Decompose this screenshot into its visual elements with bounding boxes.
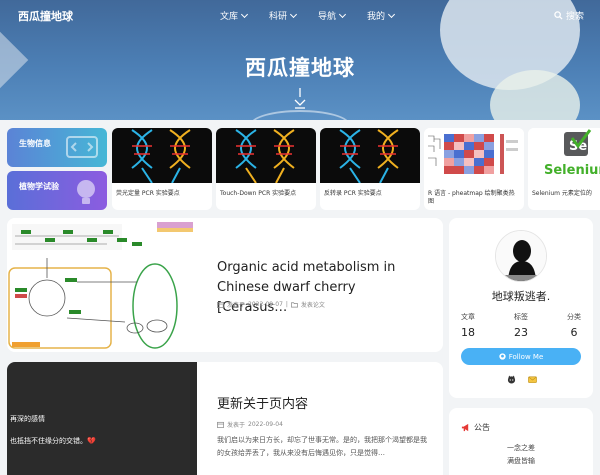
announcement-header: 公告: [461, 422, 490, 433]
post-meta: 发表于 2022-09-04: [217, 420, 283, 429]
stat-label: 分类: [567, 313, 581, 321]
top-navbar: 西瓜撞地球 文库 科研 导航 我的 搜索: [0, 0, 600, 30]
site-logo[interactable]: 西瓜撞地球: [18, 8, 73, 24]
logo-wordmark: Selenium: [544, 163, 600, 178]
post-date: 2022-09-07: [248, 301, 283, 308]
post-meta-label: 发表于: [227, 302, 246, 309]
social-links: [507, 375, 537, 384]
category-label: 植物学试验: [19, 182, 59, 191]
stat-label: 标签: [514, 313, 528, 321]
search-label: 搜索: [566, 12, 585, 22]
dna-image: [216, 128, 316, 184]
nav-label: 我的: [367, 12, 386, 22]
featured-tile[interactable]: 反转录 PCR 实验要点: [320, 128, 420, 210]
megaphone-icon: [461, 423, 469, 432]
image-text: 再深的感情: [10, 415, 45, 423]
featured-posts: 荧光定量 PCR 实验要点 Touch-Down PCR 实验要点 反转录 PC…: [112, 128, 600, 210]
featured-title: 荧光定量 PCR 实验要点: [116, 190, 180, 197]
nav-label: 导航: [318, 12, 337, 22]
announcement-line: 一念之差: [507, 444, 535, 452]
github-icon: [499, 353, 506, 360]
selenium-logo: Se Selenium: [528, 128, 600, 183]
post-meta-label: 发表于: [227, 422, 246, 429]
dna-image: [112, 128, 212, 184]
nav-label: 文库: [220, 12, 239, 22]
calendar-icon: [217, 301, 224, 308]
follow-label: Follow Me: [508, 352, 544, 361]
image-text: 也抵挡不住缘分的交错。💔: [10, 437, 96, 445]
post-date: 2022-09-04: [248, 421, 283, 428]
chevron-down-icon: [388, 10, 396, 18]
featured-tile[interactable]: Se Selenium Selenium 元素定位的: [528, 128, 600, 210]
featured-tile[interactable]: 荧光定量 PCR 实验要点: [112, 128, 212, 210]
meta-separator: |: [285, 301, 288, 308]
post-meta: 发表于 2022-09-07 | 发表论文: [217, 300, 325, 309]
post-title[interactable]: 更新关于页内容: [217, 395, 427, 415]
search-icon: [554, 11, 563, 20]
post-card[interactable]: Organic acid metabolism in Chinese dwarf…: [7, 218, 443, 352]
hero-title: 西瓜撞地球: [245, 56, 355, 80]
featured-title: Selenium 元素定位的: [532, 190, 592, 197]
author-stats: 文章 18 标签 23 分类 6: [461, 312, 581, 339]
code-window-icon: [66, 136, 98, 158]
nav-item-wenku[interactable]: 文库: [220, 9, 249, 22]
nav-item-keyan[interactable]: 科研: [269, 9, 298, 22]
announcement-line: 满盘皆输: [507, 457, 535, 466]
nav-item-wode[interactable]: 我的: [367, 9, 396, 22]
chevron-down-icon: [240, 10, 249, 18]
author-card: 地球叛逃者. 文章 18 标签 23 分类 6 Follow Me: [449, 218, 593, 398]
follow-me-button[interactable]: Follow Me: [461, 348, 581, 365]
stat-categories[interactable]: 分类 6: [567, 312, 581, 339]
stat-tags[interactable]: 标签 23: [514, 312, 528, 339]
heatmap-image: [424, 128, 524, 183]
nav-item-daohang[interactable]: 导航: [318, 9, 347, 22]
stat-value: 18: [461, 326, 475, 339]
post-excerpt: 我们启以为来日方长，却忘了世事无常。是的，我把那个渴望都是我的女孩给弄丢了，我从…: [217, 436, 427, 458]
quote-image[interactable]: 再深的感情 也抵挡不住缘分的交错。💔: [7, 362, 197, 475]
announcement-card: 公告 一念之差 满盘皆输: [449, 408, 593, 475]
main-nav: 文库 科研 导航 我的: [220, 9, 396, 22]
avatar[interactable]: [495, 230, 547, 282]
folder-icon: [291, 302, 298, 308]
featured-title: Touch-Down PCR 实验要点: [220, 190, 297, 197]
category-card-bioinfo[interactable]: 生物信息: [7, 128, 107, 167]
metabolism-diagram-image[interactable]: [7, 218, 197, 352]
nav-label: 科研: [269, 12, 288, 22]
search-button[interactable]: 搜索: [554, 9, 584, 22]
stat-value: 23: [514, 326, 528, 339]
featured-tile[interactable]: Touch-Down PCR 实验要点: [216, 128, 316, 210]
dna-image: [320, 128, 420, 184]
calendar-icon: [217, 421, 224, 428]
announcement-title: 公告: [474, 423, 490, 432]
stat-label: 文章: [461, 313, 475, 321]
github-cat-icon[interactable]: [507, 375, 516, 384]
category-label: 生物信息: [19, 139, 51, 148]
chevron-down-icon: [339, 10, 347, 18]
avatar-image: [496, 231, 546, 281]
announcement-body: 一念之差 满盘皆输: [449, 442, 593, 469]
email-icon[interactable]: [528, 375, 537, 384]
post-card[interactable]: 再深的感情 也抵挡不住缘分的交错。💔 更新关于页内容 发表于 2022-09-0…: [7, 362, 443, 475]
hero-banner: 西瓜撞地球 文库 科研 导航 我的 搜索 西瓜撞地球: [0, 0, 600, 120]
category-card-botany[interactable]: 植物学试验: [7, 171, 107, 210]
featured-tile[interactable]: R 语言 - pheatmap 绘制聚类热图: [424, 128, 524, 210]
post-category-link[interactable]: 发表论文: [301, 300, 325, 309]
author-name: 地球叛逃者.: [491, 290, 551, 303]
scroll-down-icon[interactable]: [292, 88, 308, 110]
stat-value: 6: [570, 326, 578, 339]
featured-title: R 语言 - pheatmap 绘制聚类热图: [428, 190, 515, 205]
hero-decoration: [250, 110, 350, 120]
chevron-down-icon: [289, 10, 298, 18]
stat-articles[interactable]: 文章 18: [461, 312, 475, 339]
lightbulb-icon: [77, 180, 95, 204]
featured-title: 反转录 PCR 实验要点: [324, 190, 382, 197]
post-title[interactable]: Organic acid metabolism in Chinese dwarf…: [217, 258, 427, 318]
